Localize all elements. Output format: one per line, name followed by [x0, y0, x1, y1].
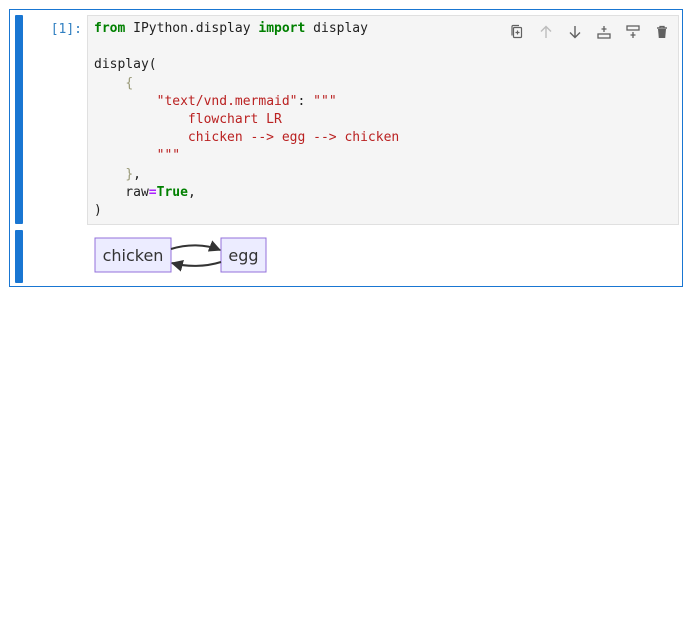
cell-output: chicken egg — [87, 230, 679, 283]
code-token: , — [133, 166, 141, 182]
code-line: { — [94, 75, 399, 93]
code-content[interactable]: from IPython.display import display displ… — [94, 20, 399, 220]
code-token: chicken --> egg --> chicken — [94, 130, 400, 146]
code-token: "text/vnd.mermaid" — [156, 93, 298, 109]
trash-icon — [656, 25, 667, 38]
code-token: = — [148, 184, 157, 200]
edge-chicken-to-egg — [170, 240, 222, 252]
code-token: { — [125, 75, 134, 91]
code-line: display( — [94, 56, 399, 74]
code-token: raw — [94, 184, 149, 200]
code-token: } — [125, 166, 134, 182]
code-line: from IPython.display import display — [94, 20, 399, 38]
execution-count-prompt: [1]: — [50, 22, 82, 37]
code-token: """ — [94, 148, 181, 164]
code-token: , — [187, 184, 196, 200]
code-line: flowchart LR — [94, 111, 399, 129]
code-token: flowchart LR — [94, 111, 282, 127]
code-line: "text/vnd.mermaid": """ — [94, 93, 399, 111]
code-line: """ — [94, 147, 399, 165]
insert-below-button[interactable] — [622, 22, 643, 42]
code-token: from — [94, 21, 126, 36]
code-line: chicken --> egg --> chicken — [94, 129, 399, 147]
code-line: raw=True, — [94, 184, 399, 202]
copy-icon — [510, 24, 522, 39]
move-down-button[interactable] — [564, 22, 585, 42]
code-token: display( — [94, 57, 157, 73]
code-line: ) — [94, 202, 399, 220]
node-chicken-label: chicken — [103, 246, 164, 265]
node-egg-label: egg — [228, 246, 258, 265]
code-token: """ — [313, 93, 337, 109]
code-token: : — [297, 93, 314, 109]
duplicate-cell-button[interactable] — [506, 22, 527, 42]
move-up-button[interactable] — [535, 22, 556, 42]
input-collapser[interactable] — [15, 15, 23, 224]
code-token: IPython.display — [125, 21, 259, 36]
delete-cell-button[interactable] — [651, 22, 672, 42]
arrow-up-icon — [540, 25, 551, 38]
code-editor[interactable]: from IPython.display import display displ… — [87, 15, 679, 225]
code-token: True — [156, 184, 188, 200]
arrow-down-icon — [569, 26, 580, 39]
cell-toolbar — [506, 22, 672, 42]
code-line: }, — [94, 166, 399, 184]
insert-above-button[interactable] — [593, 22, 614, 42]
code-token: display — [305, 21, 368, 36]
edge-egg-to-chicken — [170, 259, 222, 272]
code-token: import — [258, 21, 306, 36]
insert-above-icon — [596, 26, 611, 39]
code-token: ) — [94, 202, 102, 218]
mermaid-flowchart: chicken egg — [94, 237, 267, 273]
insert-below-icon — [625, 25, 640, 38]
notebook-cell[interactable]: [1]: from IPython.display import display… — [9, 9, 683, 287]
output-collapser[interactable] — [15, 230, 23, 283]
